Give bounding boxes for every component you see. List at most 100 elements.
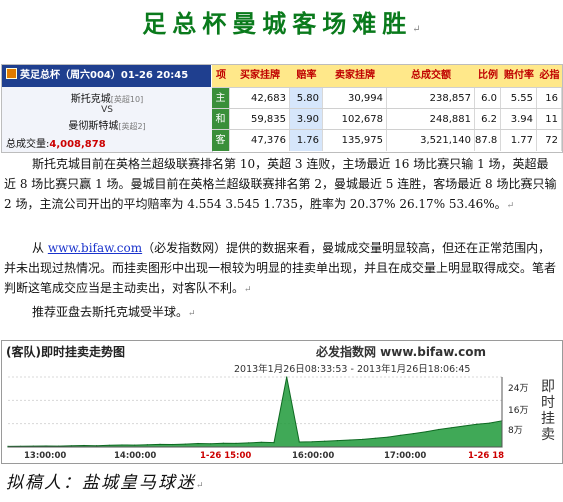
- data-point: [235, 442, 237, 444]
- cell-index: 11: [537, 109, 562, 130]
- cell-odds: 1.76: [290, 130, 323, 151]
- data-point: [387, 436, 389, 438]
- cell-total: 238,857: [387, 88, 475, 109]
- data-point: [70, 445, 72, 447]
- cell-odds: 3.90: [290, 109, 323, 130]
- header-index: 必指: [537, 65, 562, 87]
- chart-side-label: 即时挂卖: [541, 379, 555, 443]
- x-tick: 1-26 18: [468, 451, 505, 461]
- cell-ratio: 6.0: [475, 88, 501, 109]
- cell-buy: 47,376: [230, 130, 290, 151]
- author-line: 拟稿人：盐城皇马球迷↵: [6, 473, 206, 493]
- paragraph-bifaw: 从 www.bifaw.com（必发指数网）提供的数据来看，曼城成交量明显较高，…: [4, 241, 557, 295]
- table-row: 主 42,683 5.80 30,994 238,857 6.0 5.55 16: [212, 87, 562, 109]
- match-table: 英足总杯（周六004）01-26 20:45 项 买家挂牌 赔率 卖家挂牌 总成…: [1, 64, 563, 153]
- data-point: [260, 441, 262, 443]
- cell-index: 72: [537, 130, 562, 151]
- cell-buy: 42,683: [230, 88, 290, 109]
- data-point: [273, 442, 275, 444]
- header-buy: 买家挂牌: [230, 65, 291, 87]
- sell-trend-chart: (客队)即时挂卖走势图 必发指数网 www.bifaw.com 2013年1月2…: [1, 340, 563, 464]
- chart-range: 2013年1月26日08:33:53 - 2013年1月26日18:06:45: [234, 364, 471, 375]
- data-point: [425, 431, 427, 433]
- cell-sell: 102,678: [323, 109, 387, 130]
- table-row: 客 47,376 1.76 135,975 3,521,140 87.8 1.7…: [212, 129, 562, 151]
- paragraph-recommend: 推荐亚盘去斯托克城受半球。↵: [32, 305, 196, 319]
- data-point: [121, 444, 123, 446]
- data-point: [298, 441, 300, 443]
- table-row: 和 59,835 3.90 102,678 248,881 6.2 3.94 1…: [212, 108, 562, 130]
- data-point: [311, 441, 313, 443]
- data-point: [197, 442, 199, 445]
- row-label: 和: [212, 109, 230, 130]
- vs-label: VS: [101, 105, 113, 115]
- data-point: [248, 442, 250, 444]
- data-point: [488, 422, 490, 424]
- sell-area: [7, 376, 503, 448]
- teams-panel: 斯托克城[英超10] VS 曼彻斯特城[英超2] 总成交量:4,008,878: [2, 87, 213, 152]
- cell-payout: 5.55: [501, 88, 537, 109]
- home-team: 斯托克城[英超10]: [70, 94, 144, 105]
- cell-payout: 3.94: [501, 109, 537, 130]
- cell-odds: 5.80: [290, 88, 323, 109]
- data-point: [159, 443, 161, 445]
- data-point: [210, 443, 212, 445]
- cell-buy: 59,835: [230, 109, 290, 130]
- match-label: 英足总杯（周六004）01-26 20:45: [2, 65, 212, 87]
- data-point: [336, 440, 338, 442]
- data-point: [222, 442, 224, 444]
- data-point: [96, 445, 98, 447]
- paragraph-analysis: 斯托克城目前在英格兰超级联赛排名第 10，英超 3 连败，主场最近 16 场比赛…: [4, 157, 557, 211]
- data-point: [146, 444, 148, 446]
- page-title: 足总杯曼城客场难胜↵: [142, 9, 421, 38]
- data-point: [172, 443, 174, 446]
- total-volume: 总成交量:4,008,878: [6, 139, 106, 150]
- x-tick: 16:00:00: [292, 451, 335, 461]
- soccer-icon: [6, 68, 17, 79]
- cell-total: 248,881: [387, 109, 475, 130]
- chart-title: (客队)即时挂卖走势图: [6, 345, 125, 359]
- cell-total: 3,521,140: [387, 130, 475, 151]
- cell-ratio: 6.2: [475, 109, 501, 130]
- row-label: 主: [212, 88, 230, 109]
- away-team: 曼彻斯特城[英超2]: [68, 121, 146, 132]
- data-point: [463, 425, 465, 427]
- cell-ratio: 87.8: [475, 130, 501, 151]
- data-point: [476, 423, 478, 425]
- data-point: [324, 440, 326, 442]
- cell-sell: 135,975: [323, 130, 387, 151]
- header-ratio: 比例: [475, 65, 502, 87]
- data-point: [134, 444, 136, 446]
- data-point: [349, 439, 351, 441]
- x-tick: 13:00:00: [24, 451, 67, 461]
- x-tick: 14:00:00: [114, 451, 157, 461]
- data-point: [400, 434, 402, 436]
- header-odds: 赔率: [290, 65, 324, 87]
- cell-sell: 30,994: [323, 88, 387, 109]
- data-point: [108, 444, 110, 446]
- data-point: [362, 438, 364, 440]
- table-header: 英足总杯（周六004）01-26 20:45 项 买家挂牌 赔率 卖家挂牌 总成…: [2, 65, 562, 87]
- x-tick: 17:00:00: [384, 451, 427, 461]
- data-point: [374, 437, 376, 439]
- cell-index: 16: [537, 88, 562, 109]
- header-payout: 赔付率: [501, 65, 538, 87]
- header-sell: 卖家挂牌: [323, 65, 388, 87]
- y-tick: 8万: [508, 426, 523, 436]
- data-point: [45, 445, 47, 447]
- y-tick: 24万: [508, 384, 529, 394]
- data-point: [184, 443, 186, 445]
- cell-payout: 1.77: [501, 130, 537, 151]
- data-point: [83, 444, 85, 447]
- data-point: [450, 427, 452, 429]
- data-point: [412, 433, 414, 435]
- header-item: 项: [212, 65, 231, 87]
- x-tick: 1-26 15:00: [200, 451, 252, 461]
- header-total: 总成交额: [387, 65, 476, 87]
- row-label: 客: [212, 130, 230, 151]
- y-tick: 16万: [508, 406, 529, 416]
- data-point: [286, 376, 288, 378]
- chart-site: 必发指数网 www.bifaw.com: [316, 345, 486, 359]
- data-point: [438, 428, 440, 431]
- bifaw-link[interactable]: www.bifaw.com: [48, 241, 142, 255]
